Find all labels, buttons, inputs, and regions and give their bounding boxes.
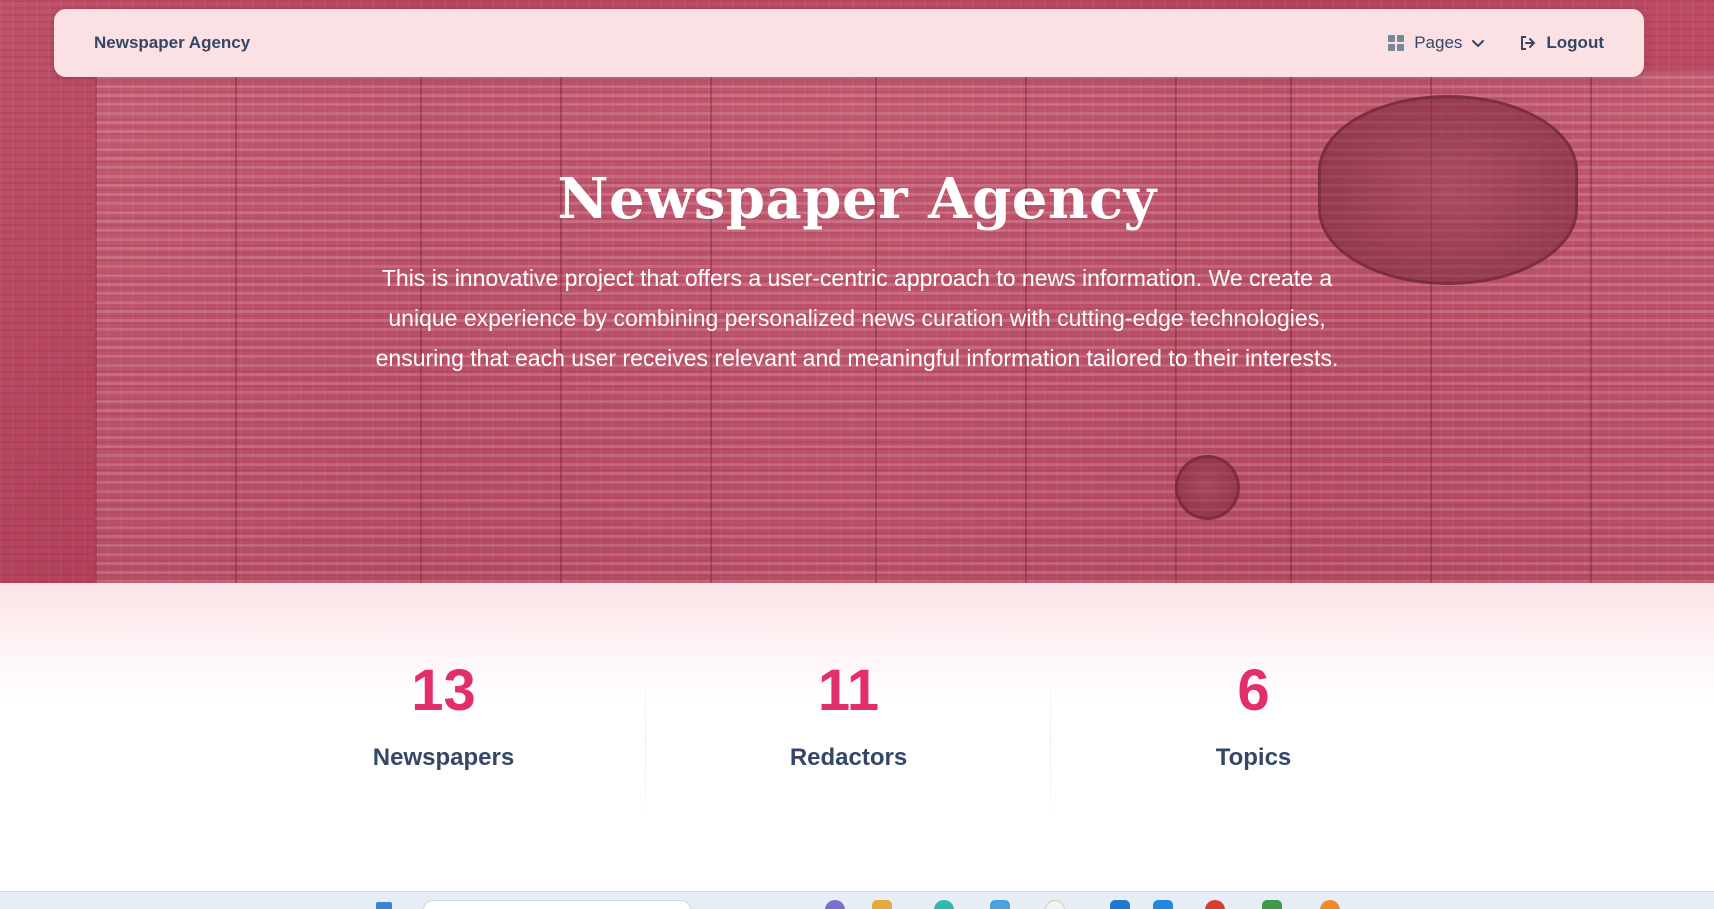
logout-icon: [1519, 34, 1537, 52]
stat-redactors: 11 Redactors: [646, 658, 1051, 772]
app-icon[interactable]: [1153, 900, 1173, 909]
windows-start-icon[interactable]: [376, 902, 392, 909]
stats-section: 13 Newspapers 11 Redactors 6 Topics: [0, 583, 1714, 891]
os-taskbar: [0, 891, 1714, 909]
nav-right: Pages Logout: [1387, 33, 1604, 53]
app-icon[interactable]: [1320, 900, 1340, 909]
app-icon[interactable]: [1045, 900, 1065, 909]
pages-dropdown[interactable]: Pages: [1387, 33, 1485, 53]
logout-button[interactable]: Logout: [1519, 33, 1604, 53]
app-icon[interactable]: [1110, 900, 1130, 909]
app-icon[interactable]: [825, 900, 845, 909]
logout-label: Logout: [1546, 33, 1604, 52]
brand-link[interactable]: Newspaper Agency: [94, 33, 250, 53]
stat-value: 13: [411, 658, 476, 723]
app-icon[interactable]: [872, 900, 892, 909]
hero-title: Newspaper Agency: [557, 166, 1157, 232]
stat-label: Topics: [1215, 744, 1292, 771]
stat-topics: 6 Topics: [1051, 658, 1456, 772]
pages-label: Pages: [1414, 33, 1463, 52]
navbar: Newspaper Agency Pages Logout: [54, 9, 1644, 77]
app-icon[interactable]: [990, 900, 1010, 909]
chevron-down-icon: [1471, 36, 1485, 50]
stat-newspapers: 13 Newspapers: [241, 658, 646, 772]
stat-value: 11: [817, 658, 880, 723]
taskbar-search[interactable]: [423, 900, 691, 909]
app-icon[interactable]: [1205, 900, 1225, 909]
stat-value: 6: [1237, 658, 1270, 723]
hero-description: This is innovative project that offers a…: [375, 265, 1339, 371]
stat-label: Newspapers: [372, 744, 515, 771]
app-icon[interactable]: [934, 900, 954, 909]
stat-label: Redactors: [789, 744, 908, 771]
app-icon[interactable]: [1262, 900, 1282, 909]
grid-icon: [1387, 34, 1405, 52]
